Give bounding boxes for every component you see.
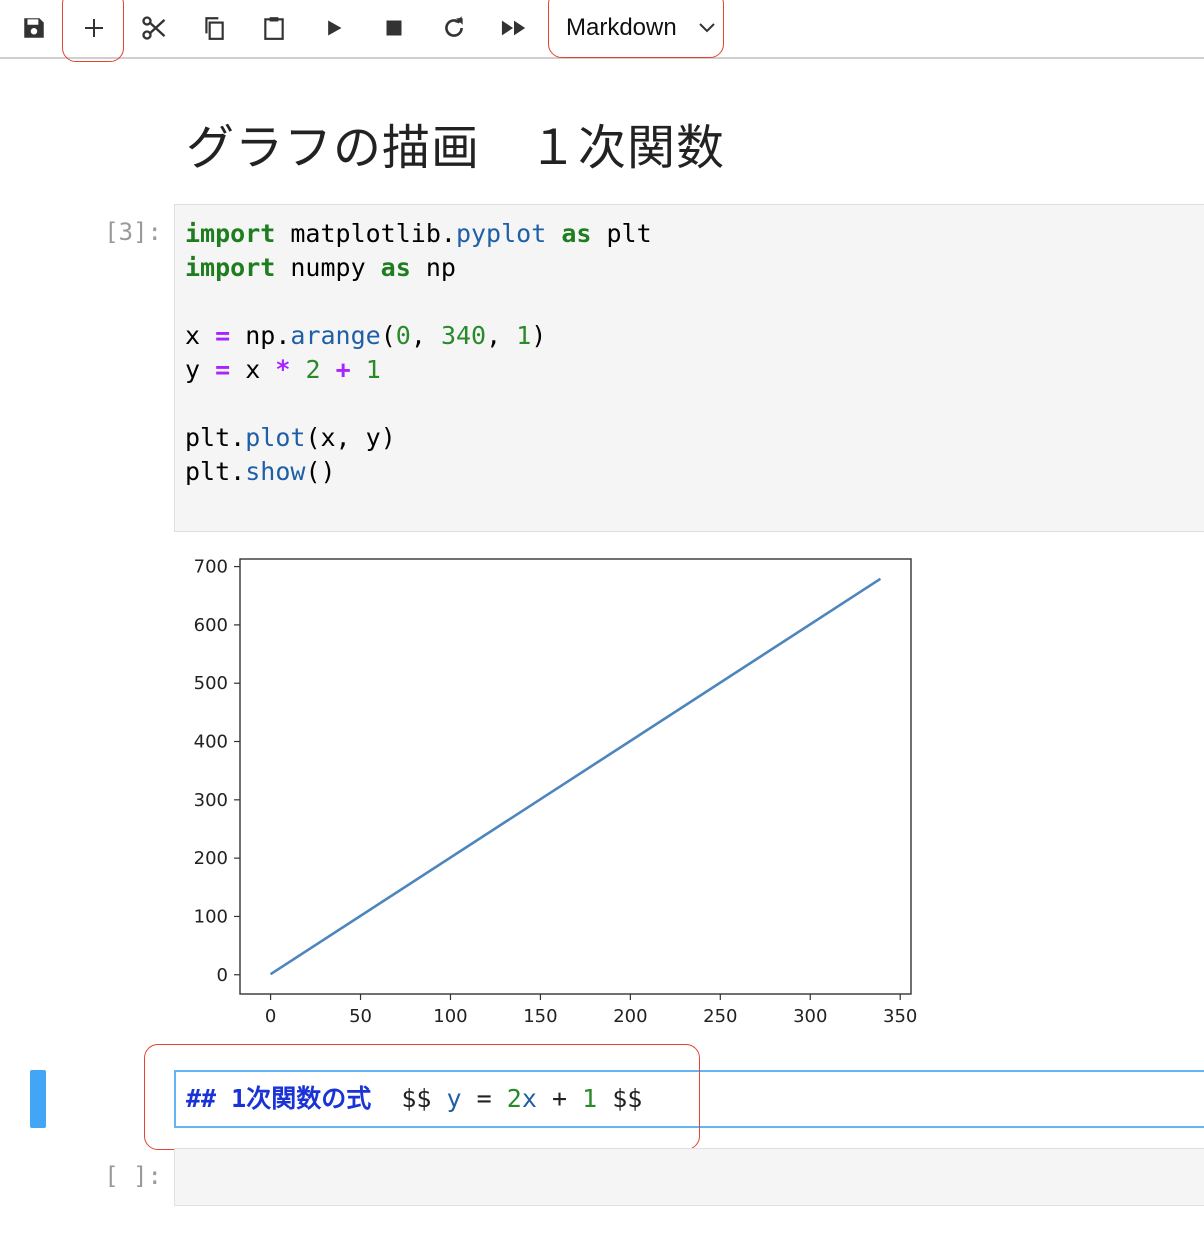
stop-icon: [386, 20, 402, 36]
y-tick-label: 300: [194, 790, 228, 811]
paste-button[interactable]: [252, 6, 296, 50]
refresh-icon: [445, 16, 463, 37]
notebook-toolbar: Markdown: [0, 0, 1204, 59]
md-heading-text: 1次関数の式: [231, 1084, 372, 1113]
md-math-y: y: [446, 1084, 462, 1113]
y-tick-label: 200: [194, 848, 228, 869]
clipboard-icon: [264, 17, 284, 40]
md-math-close: $$: [612, 1084, 643, 1113]
code-line: plt.plot(x, y): [185, 423, 396, 452]
cell-type-dropdown[interactable]: Markdown: [556, 8, 720, 48]
y-tick-label: 600: [194, 615, 228, 636]
fast-forward-icon: [501, 20, 526, 36]
empty-code-cell[interactable]: [174, 1148, 1204, 1206]
x-tick-label: 100: [433, 1006, 467, 1027]
md-math-plus: +: [551, 1084, 568, 1113]
code-line: y = x * 2 + 1: [185, 355, 381, 384]
chevron-down-icon: [699, 23, 715, 33]
code-line: import numpy as np: [185, 253, 456, 282]
y-tick-label: 700: [194, 557, 228, 578]
md-math-const: 1: [582, 1084, 598, 1113]
y-tick-label: 500: [194, 673, 228, 694]
interrupt-button[interactable]: [372, 6, 416, 50]
x-tick-label: 250: [703, 1006, 737, 1027]
code-line: x = np.arange(0, 340, 1): [185, 321, 547, 350]
run-button[interactable]: [312, 6, 356, 50]
md-math-eq: =: [476, 1084, 492, 1113]
code-line: import matplotlib.pyplot as plt: [185, 219, 652, 248]
save-icon: [24, 18, 44, 38]
code-editor[interactable]: import matplotlib.pyplot as plt import n…: [185, 217, 652, 489]
cell-type-value: Markdown: [566, 14, 677, 41]
code-line: plt.show(): [185, 457, 336, 486]
plus-icon: [85, 19, 103, 37]
scissors-icon: [142, 16, 166, 40]
md-math-var: x: [521, 1084, 537, 1113]
markdown-editor[interactable]: ## 1次関数の式 $$ y = 2x + 1 $$: [186, 1084, 642, 1114]
line-chart: 0 50 100 150 200 250 300 350 0 100 200 300 400 500 600…: [194, 557, 918, 1027]
insert-cell-button[interactable]: [72, 6, 116, 50]
code-cell-prompt: [3]:: [104, 218, 162, 246]
active-cell-indicator: [30, 1070, 46, 1128]
md-heading-marker: ##: [186, 1084, 217, 1113]
save-button[interactable]: [12, 6, 56, 50]
empty-cell-prompt: [ ]:: [104, 1162, 162, 1190]
play-icon: [328, 20, 342, 36]
cut-button[interactable]: [132, 6, 176, 50]
x-tick-label: 200: [613, 1006, 647, 1027]
copy-icon: [205, 17, 224, 40]
restart-button[interactable]: [432, 6, 476, 50]
x-tick-label: 300: [793, 1006, 827, 1027]
x-tick-label: 0: [265, 1006, 276, 1027]
y-tick-label: 100: [194, 906, 228, 927]
x-tick-label: 350: [883, 1006, 917, 1027]
markdown-cell[interactable]: ## 1次関数の式 $$ y = 2x + 1 $$: [174, 1070, 1204, 1128]
md-math-coef: 2: [506, 1084, 522, 1113]
y-tick-label: 400: [194, 732, 228, 753]
y-tick-label: 0: [217, 965, 228, 986]
copy-button[interactable]: [192, 6, 236, 50]
x-tick-label: 150: [523, 1006, 557, 1027]
restart-run-all-button[interactable]: [492, 6, 536, 50]
code-cell[interactable]: import matplotlib.pyplot as plt import n…: [174, 204, 1204, 532]
md-math-open: $$: [401, 1084, 432, 1113]
x-tick-label: 50: [349, 1006, 372, 1027]
markdown-heading: グラフの描画 １次関数: [186, 120, 726, 176]
